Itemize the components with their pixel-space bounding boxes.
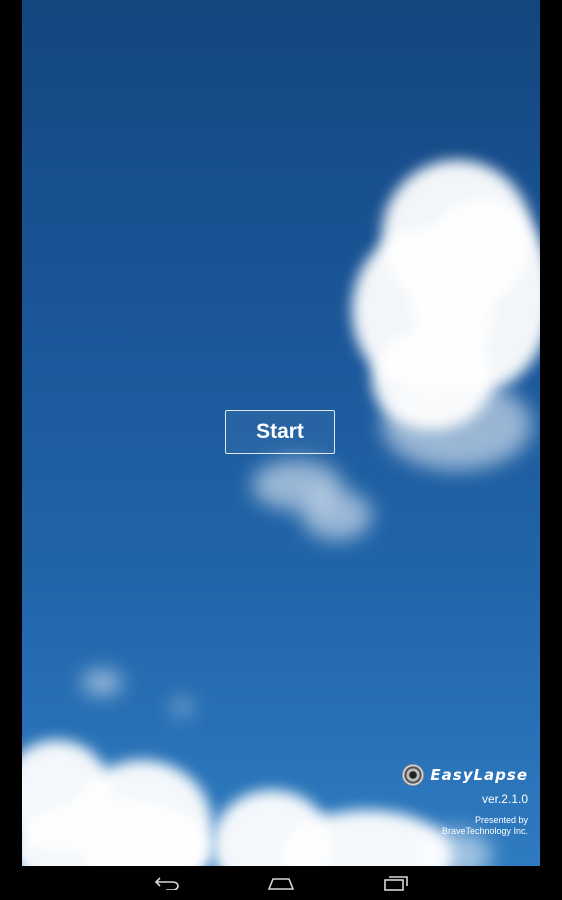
version-label: ver.2.1.0 (481, 792, 528, 806)
brand-block: EasyLapse ver.2.1.0 Presented by BraveTe… (402, 764, 528, 837)
brand-logo-row: EasyLapse (402, 764, 528, 786)
camera-lens-icon (402, 764, 425, 786)
brand-name: EasyLapse (430, 766, 528, 784)
start-button[interactable]: Start (225, 410, 335, 454)
presented-line-1: Presented by (474, 815, 528, 825)
navigation-bar (0, 866, 562, 900)
app-screen: Start EasyLapse ver.2.1.0 Presented by B… (22, 0, 540, 866)
home-icon[interactable] (261, 871, 301, 895)
back-icon[interactable] (147, 871, 187, 895)
presented-by-label: Presented by BraveTechnology Inc. (402, 815, 528, 837)
presented-line-2: BraveTechnology Inc. (441, 826, 528, 836)
recents-icon[interactable] (376, 871, 416, 895)
